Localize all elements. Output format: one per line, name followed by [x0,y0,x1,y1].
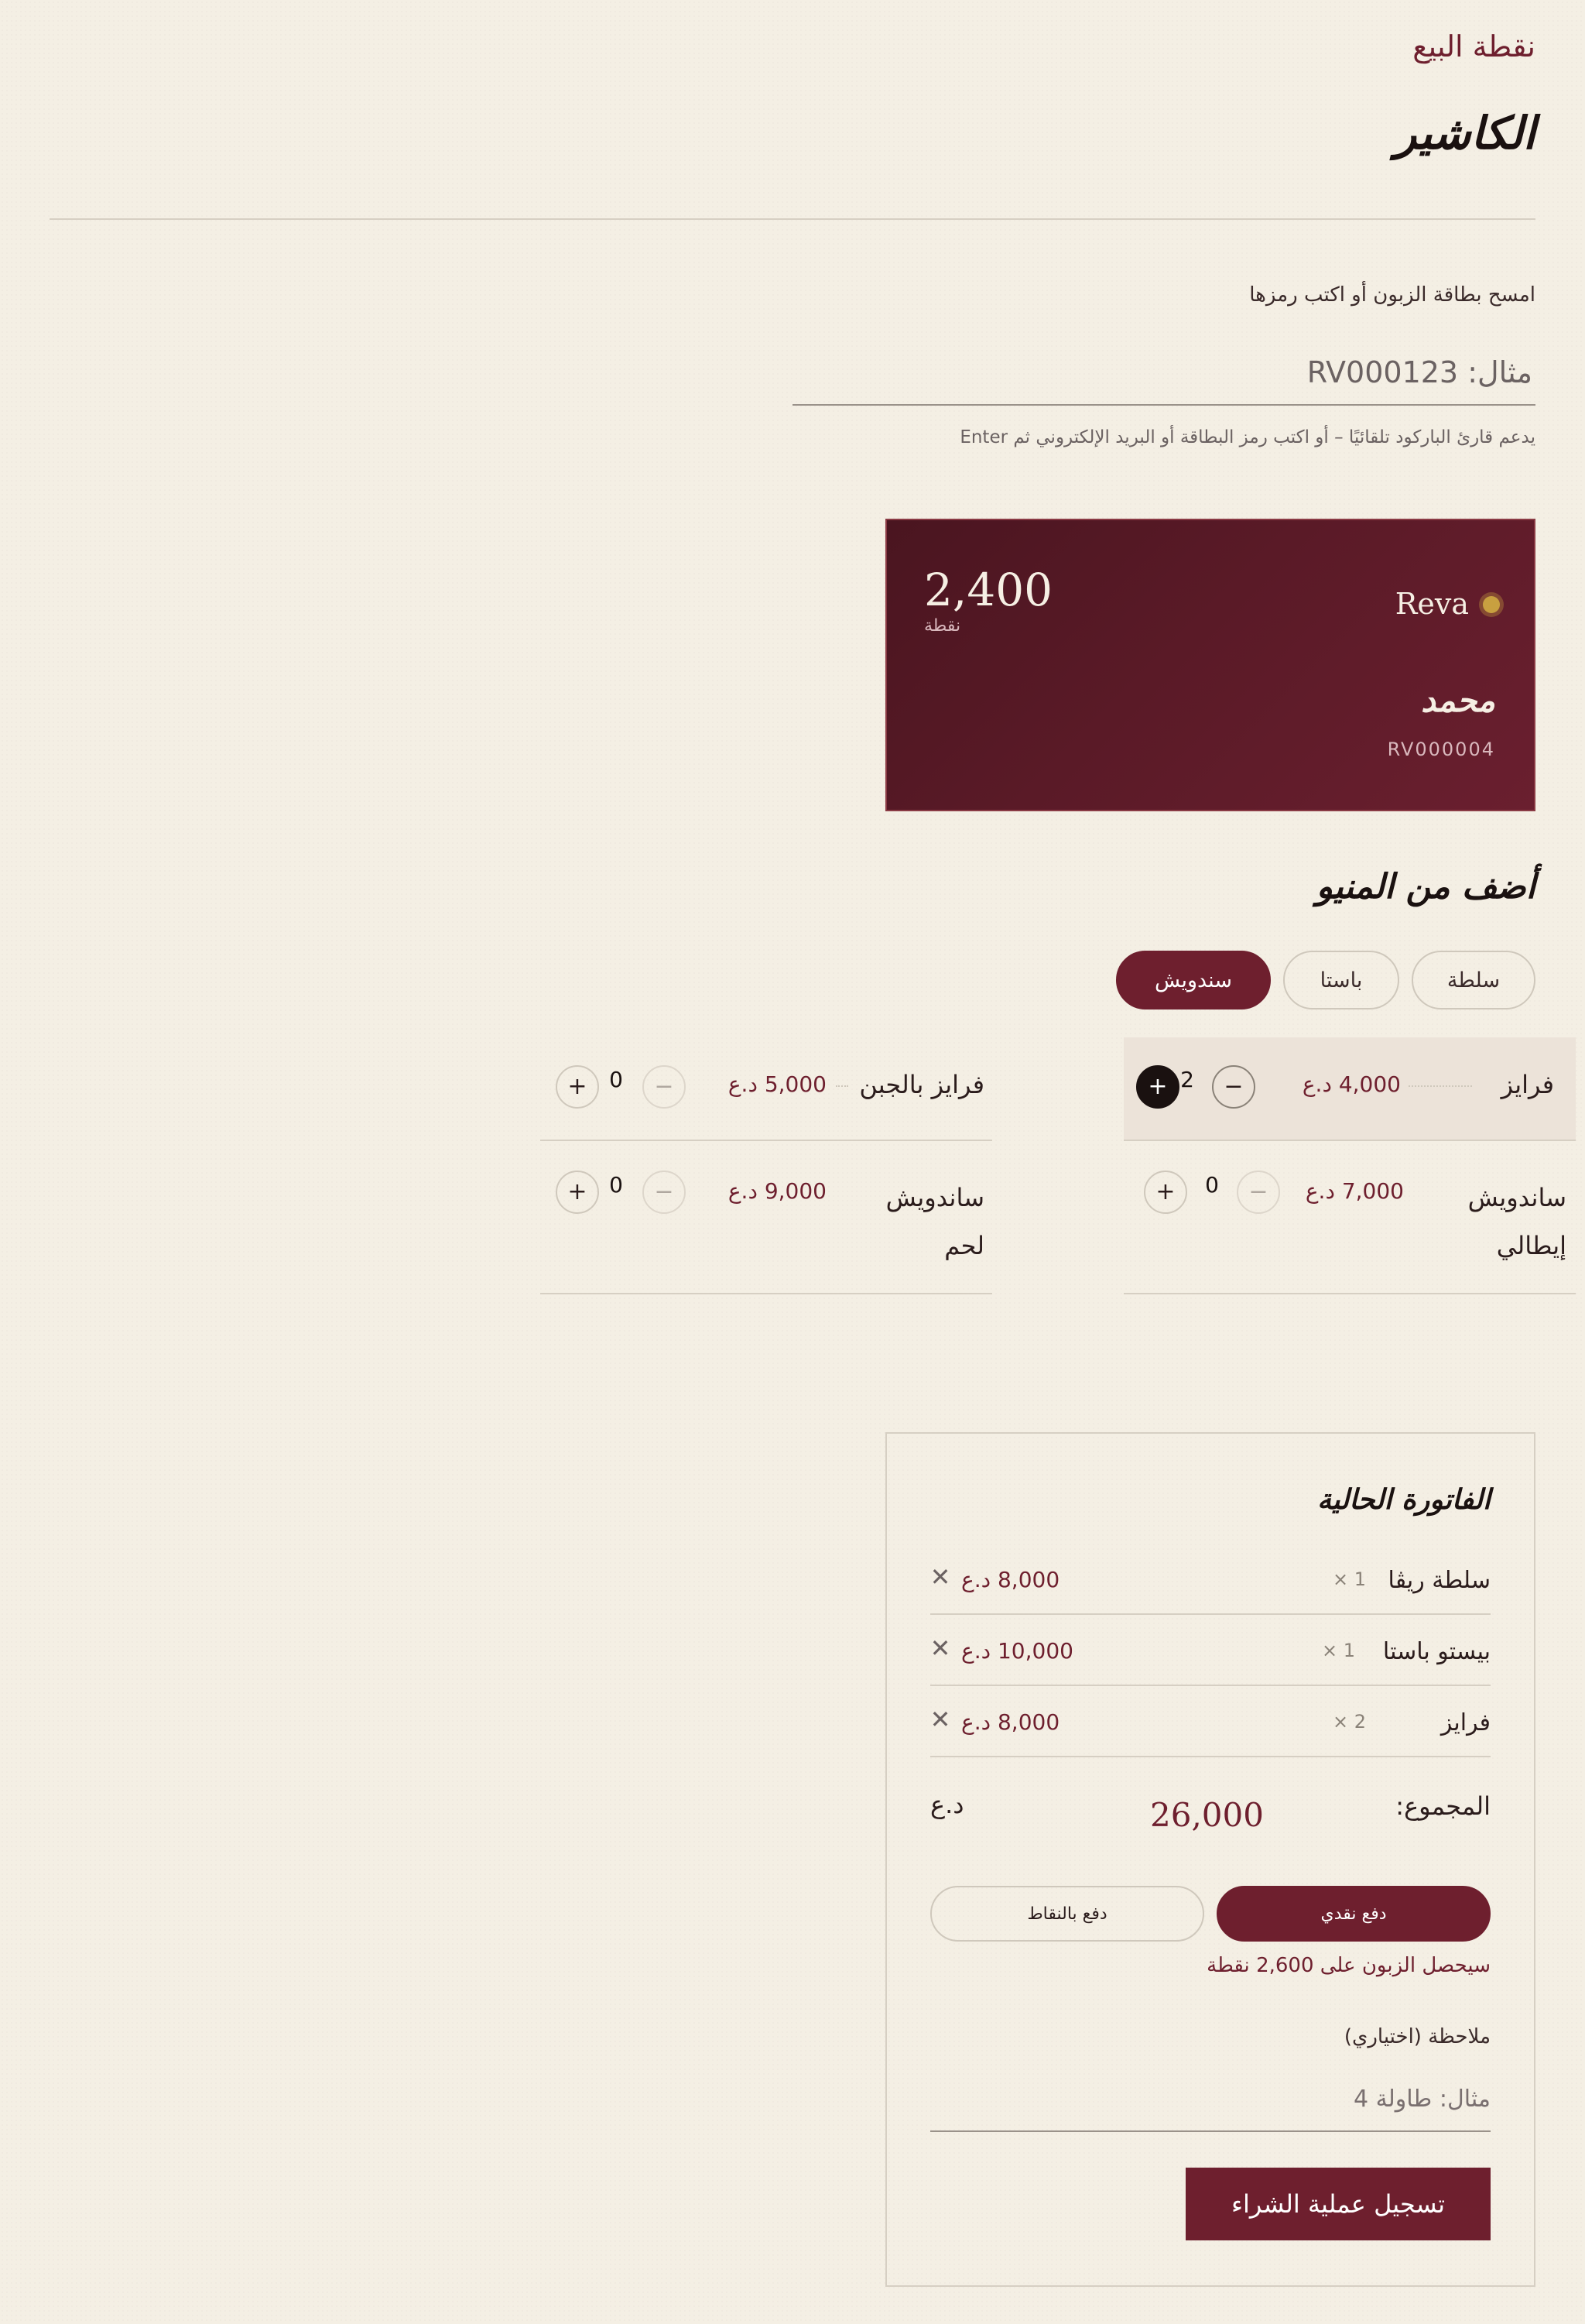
invoice-row: سلطة ريڤا × 1 8,000 د.ع ✕ [930,1544,1491,1615]
increase-qty-button[interactable]: + [556,1171,599,1214]
invoice-item-qty: × 2 [1333,1711,1367,1733]
card-code: RV000004 [1387,739,1495,760]
item-qty: 0 [1205,1172,1219,1198]
card-brand: Reva [1395,587,1469,621]
customer-name: محمد [1421,681,1495,719]
item-leader-dots [1409,1085,1472,1087]
item-price: 9,000 د.ع [727,1178,827,1204]
tab-sandwich[interactable]: سندويش [1116,951,1271,1009]
item-name: ساندويش إيطالي [1467,1183,1566,1260]
invoice-item-qty: × 1 [1322,1640,1356,1661]
invoice-row: بيستو باستا × 1 10,000 د.ع ✕ [930,1615,1491,1686]
item-name: فرايز [1501,1070,1554,1099]
note-input[interactable] [930,2067,1491,2132]
card-points: 2,400 [924,564,1053,616]
brand-dot-icon [1483,596,1500,613]
menu-title: أضف من المنيو [1316,867,1535,907]
invoice-panel: الفاتورة الحالية سلطة ريڤا × 1 8,000 د.ع… [885,1432,1535,2287]
card-code-input[interactable] [792,341,1535,406]
invoice-item-price: 10,000 د.ع [961,1638,1073,1664]
item-qty: 0 [609,1067,623,1092]
total-label: المجموع: [1395,1791,1491,1821]
invoice-item-name: فرايز [1440,1709,1491,1736]
decrease-qty-button[interactable]: − [642,1171,686,1214]
tab-pasta[interactable]: باستا [1283,951,1399,1009]
loyalty-card: Reva 2,400 نقطة محمد RV000004 [885,519,1535,811]
tab-salad[interactable]: سلطة [1412,951,1535,1009]
item-price: 7,000 د.ع [1305,1178,1404,1204]
invoice-row: فرايز × 2 8,000 د.ع ✕ [930,1686,1491,1757]
section-label: نقطة البيع [1412,29,1535,63]
item-name: ساندويش لحم [885,1183,984,1260]
item-price: 5,000 د.ع [727,1071,827,1097]
increase-qty-button[interactable]: + [556,1065,599,1109]
remove-item-icon[interactable]: ✕ [927,1564,953,1590]
pay-cash-button[interactable]: دفع نقدي [1217,1886,1491,1942]
decrease-qty-button[interactable]: − [1237,1171,1280,1214]
invoice-title: الفاتورة الحالية [1317,1483,1491,1516]
menu-item-cheese-fries: فرايز بالجبن 5,000 د.ع − 0 + [540,1037,992,1141]
item-qty: 0 [609,1172,623,1198]
invoice-item-price: 8,000 د.ع [961,1709,1060,1735]
remove-item-icon[interactable]: ✕ [927,1635,953,1661]
card-points-label: نقطة [924,616,961,636]
invoice-item-name: سلطة ريڤا [1388,1567,1491,1594]
page-title: الكاشير [1395,107,1535,159]
scan-hint: يدعم قارئ الباركود تلقائيًا – أو اكتب رم… [960,427,1535,447]
scan-label: امسح بطاقة الزبون أو اكتب رمزها [1249,283,1535,307]
invoice-item-price: 8,000 د.ع [961,1567,1060,1592]
menu-item-italian-sandwich: ساندويش إيطالي 7,000 د.ع − 0 + [1124,1143,1576,1294]
note-label: ملاحظة (اختياري) [1344,2025,1491,2048]
menu-item-meat-sandwich: ساندويش لحم 9,000 د.ع − 0 + [540,1143,992,1294]
decrease-qty-button[interactable]: − [642,1065,686,1109]
total-value: 26,000 [1150,1796,1264,1834]
record-purchase-button[interactable]: تسجيل عملية الشراء [1186,2168,1491,2240]
invoice-item-qty: × 1 [1333,1568,1367,1590]
points-earned-note: سيحصل الزبون على 2,600 نقطة [1207,1954,1491,1977]
pay-points-button[interactable]: دفع بالنقاط [930,1886,1204,1942]
header-divider [50,218,1535,220]
menu-item-fries: فرايز 4,000 د.ع − 2 + [1124,1037,1576,1141]
increase-qty-button[interactable]: + [1136,1065,1179,1109]
item-name: فرايز بالجبن [859,1070,984,1099]
remove-item-icon[interactable]: ✕ [927,1706,953,1733]
item-price: 4,000 د.ع [1302,1071,1401,1097]
total-currency: د.ع [930,1790,964,1819]
decrease-qty-button[interactable]: − [1212,1065,1255,1109]
item-leader-dots [836,1085,848,1087]
increase-qty-button[interactable]: + [1144,1171,1187,1214]
invoice-item-name: بيستو باستا [1382,1638,1491,1665]
